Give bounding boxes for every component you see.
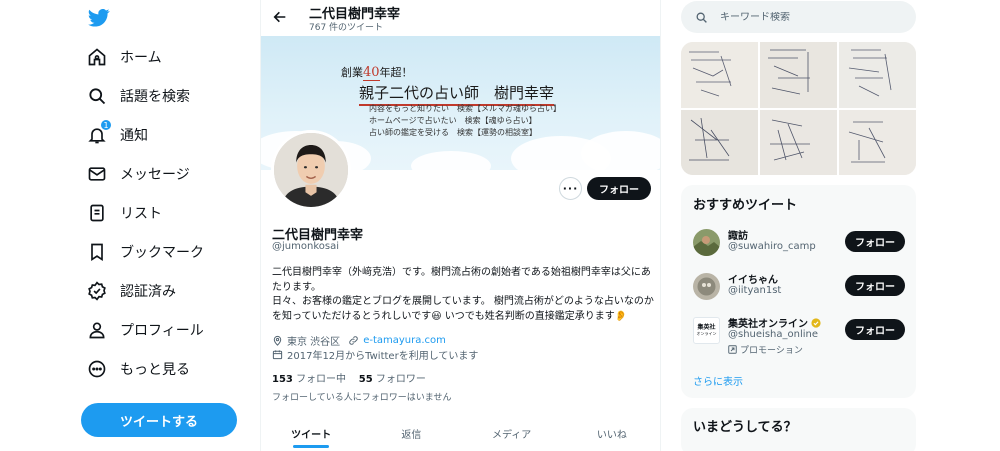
nav-item-lists[interactable]: リスト — [86, 197, 162, 229]
link-icon — [349, 336, 358, 345]
tab-replies[interactable]: 返信 — [361, 416, 461, 451]
nav-item-more[interactable]: もっと見る — [86, 353, 190, 385]
trends-title: いまどうしてる？ — [693, 420, 797, 435]
nav-label-explore: 話題を検索 — [120, 89, 190, 105]
calendar-icon — [272, 350, 283, 360]
profile-avatar[interactable] — [271, 130, 351, 210]
recommended-user-name: 集英社オンライン — [728, 315, 821, 330]
banner-line-2: ホームページで占いたい 検索【魂ゆら占い】 — [369, 116, 537, 125]
profile-follow-stats: 153 フォロー中 55 フォロワー — [272, 370, 426, 385]
home-icon — [86, 46, 108, 68]
twitter-logo-icon[interactable] — [88, 9, 110, 27]
search-input[interactable] — [720, 11, 900, 23]
profile-follow-button[interactable]: フォロー — [587, 177, 651, 200]
profile-bio: 二代目樹門幸宰（外﨑克浩）です。樹門流占術の創始者である始祖樹門幸宰は父にあたり… — [272, 267, 654, 322]
more-circle-icon — [86, 358, 108, 380]
banner-line-3: 占い師の鑑定を受ける 検索【運勢の相談室】 — [369, 128, 537, 137]
nav-item-explore[interactable]: 話題を検索 — [86, 80, 190, 112]
promoted-icon — [728, 345, 737, 354]
media-thumbnail[interactable] — [681, 42, 758, 108]
nav-item-home[interactable]: ホーム — [86, 41, 162, 73]
profile-header-bar: 二代目樹門幸宰 767 件のツイート — [261, 0, 660, 36]
search-box[interactable] — [681, 1, 916, 33]
media-thumbnail[interactable] — [760, 109, 837, 175]
list-icon — [86, 202, 108, 224]
nav-item-profile[interactable]: プロフィール — [86, 314, 204, 346]
nav-item-bookmarks[interactable]: ブックマーク — [86, 236, 204, 268]
followers-link[interactable]: 55 フォロワー — [359, 374, 426, 385]
search-icon — [86, 85, 108, 107]
gold-verified-icon — [811, 317, 821, 328]
follow-button[interactable]: フォロー — [845, 275, 905, 296]
avatar: 集英社 オンライン — [693, 317, 720, 344]
mail-icon — [86, 163, 108, 185]
recommended-user-handle: @iityan1st — [728, 285, 782, 296]
nav-item-notifications[interactable]: 1 通知 — [86, 119, 148, 151]
show-more-link[interactable]: さらに表示 — [693, 373, 743, 388]
avatar — [693, 229, 720, 256]
avatar — [693, 273, 720, 300]
profile-website-link[interactable]: e-tamayura.com — [363, 335, 446, 346]
nav-label-notifications: 通知 — [120, 128, 148, 144]
media-thumbnail[interactable] — [760, 42, 837, 108]
tweet-button[interactable]: ツイートする — [81, 403, 237, 437]
back-arrow-icon[interactable] — [272, 9, 288, 25]
location-pin-icon — [273, 335, 282, 346]
profile-column: 二代目樹門幸宰 767 件のツイート 創業40年超！ 親子二代の占い師 樹門幸宰… — [260, 0, 661, 451]
profile-location: 東京 渋谷区 — [287, 337, 341, 348]
media-thumbnail[interactable] — [681, 109, 758, 175]
recommended-user[interactable]: イイちゃん @iityan1st フォロー — [693, 269, 905, 305]
recommended-title: おすすめツイート — [693, 198, 798, 213]
left-sidebar: ホーム 話題を検索 1 通知 メッセージ リスト ブックマーク 認証済み プロフ… — [0, 0, 260, 451]
recommended-user-handle: @suwahiro_camp — [728, 241, 816, 252]
follow-button[interactable]: フォロー — [845, 319, 905, 340]
banner-line-1: 内容をもっと知りたい 検索【メルマガ魂ゆら占い】 — [369, 104, 561, 113]
banner-headline: 創業40年超！ — [341, 65, 413, 81]
recommended-user[interactable]: 諏訪 @suwahiro_camp フォロー — [693, 225, 905, 261]
bell-icon: 1 — [86, 119, 112, 146]
profile-meta-row: 東京 渋谷区 e-tamayura.com — [272, 333, 446, 348]
nav-label-verified: 認証済み — [120, 284, 176, 300]
nav-label-more: もっと見る — [120, 362, 190, 378]
header-tweet-count: 767 件のツイート — [309, 23, 384, 33]
profile-joined: 2017年12月からTwitterを利用しています — [287, 351, 479, 362]
nav-label-messages: メッセージ — [120, 167, 190, 183]
profile-tabs: ツイート 返信 メディア いいね — [261, 416, 660, 451]
tab-media[interactable]: メディア — [462, 416, 562, 451]
bookmark-icon — [86, 241, 108, 263]
profile-more-button[interactable]: ··· — [559, 177, 582, 200]
recommended-user-name: 諏訪 — [728, 231, 748, 242]
nav-label-profile: プロフィール — [120, 323, 204, 339]
profile-media-grid — [681, 42, 916, 175]
recommended-user-handle: @shueisha_online — [728, 329, 818, 340]
follow-button[interactable]: フォロー — [845, 231, 905, 252]
recommended-tweets-card: おすすめツイート 諏訪 @suwahiro_camp フォロー イイちゃん @i… — [681, 185, 916, 398]
nav-label-lists: リスト — [120, 206, 162, 222]
recommended-user[interactable]: 集英社 オンライン 集英社オンライン @shueisha_online プロモー… — [693, 313, 905, 359]
recommended-user-name: イイちゃん — [728, 275, 778, 286]
person-icon — [86, 319, 108, 341]
nav-item-messages[interactable]: メッセージ — [86, 158, 190, 190]
nav-label-home: ホーム — [120, 50, 162, 66]
tab-tweets[interactable]: ツイート — [261, 416, 361, 451]
media-thumbnail[interactable] — [839, 42, 916, 108]
promoted-label: プロモーション — [728, 343, 803, 356]
search-icon — [696, 12, 707, 23]
tab-likes[interactable]: いいね — [562, 416, 660, 451]
followed-by-note: フォローしている人にフォロワーはいません — [272, 393, 452, 403]
profile-handle: @jumonkosai — [272, 241, 339, 252]
nav-item-verified[interactable]: 認証済み — [86, 275, 176, 307]
nav-label-bookmarks: ブックマーク — [120, 245, 204, 261]
verified-icon — [86, 280, 108, 302]
profile-joined-row: 2017年12月からTwitterを利用しています — [272, 347, 478, 362]
following-link[interactable]: 153 フォロー中 — [272, 374, 346, 385]
trends-card: いまどうしてる？ — [681, 408, 916, 451]
right-sidebar: おすすめツイート 諏訪 @suwahiro_camp フォロー イイちゃん @i… — [661, 0, 1000, 451]
notification-badge: 1 — [100, 119, 112, 131]
media-thumbnail[interactable] — [839, 109, 916, 175]
